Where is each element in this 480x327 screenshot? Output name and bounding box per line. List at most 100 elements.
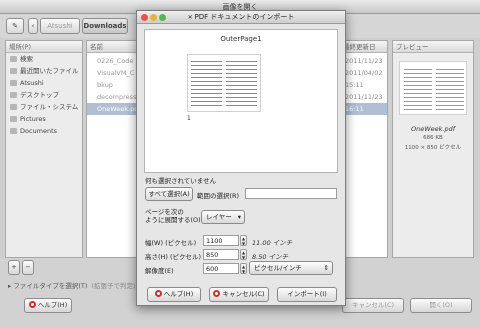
plus-icon: + — [11, 263, 17, 271]
column-header-name[interactable]: 名前 — [90, 43, 103, 51]
open-pages-as-value: レイヤー — [206, 213, 232, 221]
dialog-titlebar: ✕ PDF ドキュメントのインポート — [137, 11, 345, 24]
select-all-button[interactable]: すべて選択(A) — [145, 187, 193, 201]
file-name: decompress — [97, 93, 137, 101]
page-thumbnail-column-left — [191, 58, 222, 108]
pencil-icon: ✎ — [12, 22, 18, 30]
file-type-expander[interactable]: ▸ ファイルタイプを選択(T) (拡張子で判定) — [8, 280, 136, 290]
outer-cancel-label: キャンセル(C) — [351, 301, 395, 309]
thumbnail-column-right — [436, 66, 464, 112]
minus-icon: − — [25, 263, 31, 271]
thumbnail-column-left — [404, 66, 432, 112]
range-input[interactable] — [245, 188, 337, 199]
width-stepper[interactable]: ▲ ▼ — [240, 235, 247, 246]
height-input[interactable]: 850 — [203, 249, 239, 260]
path-button-parent-label: Atsushi — [47, 22, 73, 30]
path-button-current-label: Downloads — [83, 22, 127, 30]
outer-help-button[interactable]: ヘルプ(H) — [24, 298, 72, 313]
close-window-button[interactable] — [141, 14, 148, 21]
resolution-input[interactable]: 600 — [203, 263, 239, 274]
sidebar-item-search[interactable]: 検索 — [6, 53, 82, 65]
file-date: 16:11 — [345, 105, 364, 113]
open-pages-as-select[interactable]: レイヤー ▾ — [201, 210, 245, 224]
path-back-button[interactable]: ‹ — [28, 18, 38, 34]
column-header-modified[interactable]: 最終更新日 — [343, 41, 376, 53]
outer-help-label: ヘルプ(H) — [37, 301, 68, 309]
folder-icon — [10, 116, 17, 122]
places-sidebar: 場所(P) 検索 最近開いたファイル Atsushi デスクトップ ファイル・シ… — [5, 40, 83, 258]
preview-header: プレビュー — [393, 41, 473, 53]
height-inches: 8.50 インチ — [252, 253, 289, 261]
recent-icon — [10, 68, 17, 74]
path-button-current[interactable]: Downloads — [82, 18, 128, 34]
help-icon — [28, 301, 36, 308]
folder-icon — [10, 128, 17, 134]
sidebar-item-label: 最近開いたファイル — [20, 67, 79, 75]
outer-open-label: 開く(O) — [429, 301, 453, 309]
preview-dimensions: 1100 × 850 ピクセル — [404, 145, 462, 151]
file-name: 0226_Code — [97, 57, 134, 65]
file-type-value: (拡張子で判定) — [91, 282, 136, 290]
sidebar-item-desktop[interactable]: デスクトップ — [6, 89, 82, 101]
page-thumbnail-column-right — [226, 58, 257, 108]
remove-bookmark-button[interactable]: − — [22, 260, 34, 275]
outer-open-button[interactable]: 開く(O) — [410, 298, 472, 313]
preview-size: 686 KB — [423, 135, 443, 141]
add-bookmark-button[interactable]: + — [8, 260, 20, 275]
file-date: 2011/11/23 — [345, 57, 383, 65]
dialog-title: PDF ドキュメントのインポート — [194, 13, 295, 21]
sidebar-item-documents[interactable]: Documents — [6, 125, 82, 137]
file-name: bkup — [97, 81, 113, 89]
page-preview-area: OuterPage1 1 — [144, 29, 338, 173]
resolution-stepper[interactable]: ▲ ▼ — [240, 263, 247, 274]
range-label: 範囲の選択(R) — [197, 192, 240, 200]
help-icon — [154, 290, 162, 297]
outer-cancel-button[interactable]: キャンセル(C) — [342, 298, 404, 313]
import-label: インポート(I) — [287, 290, 327, 298]
gimp-app-icon: ✕ — [187, 14, 195, 21]
dialog-help-button[interactable]: ヘルプ(H) — [147, 287, 201, 302]
places-header: 場所(P) — [6, 41, 82, 53]
page-number: 1 — [187, 115, 191, 122]
height-label: 高さ(H) (ピクセル) — [145, 253, 202, 261]
chevron-left-icon: ‹ — [31, 22, 35, 30]
dialog-cancel-label: キャンセル(C) — [222, 290, 265, 298]
page-thumbnail[interactable] — [187, 54, 261, 112]
folder-icon — [10, 80, 17, 86]
sidebar-item-label: Pictures — [20, 115, 46, 123]
width-input[interactable]: 1100 — [203, 235, 239, 246]
drive-icon — [10, 104, 17, 110]
path-button-parent[interactable]: Atsushi — [40, 18, 80, 34]
file-date: 2011/11/23 — [345, 93, 383, 101]
folder-icon — [10, 92, 17, 98]
dropdown-arrow-icon: ▾ — [237, 213, 241, 221]
search-icon — [10, 56, 17, 62]
sidebar-item-label: デスクトップ — [20, 91, 59, 99]
height-stepper[interactable]: ▲ ▼ — [240, 249, 247, 260]
file-date: 15:11 — [345, 81, 364, 89]
cancel-icon — [213, 290, 221, 297]
preview-document-title: OuterPage1 — [220, 35, 262, 43]
sidebar-item-filesystem[interactable]: ファイル・システム — [6, 101, 82, 113]
sidebar-item-home[interactable]: Atsushi — [6, 77, 82, 89]
dialog-help-label: ヘルプ(H) — [163, 290, 194, 298]
select-all-label: すべて選択(A) — [148, 190, 190, 198]
maximize-window-button[interactable] — [159, 14, 166, 21]
sidebar-item-label: Atsushi — [20, 79, 44, 87]
width-label: 幅(W) (ピクセル) — [145, 239, 197, 247]
file-name: VisualVM_C — [97, 69, 135, 77]
sidebar-item-recent[interactable]: 最近開いたファイル — [6, 65, 82, 77]
sidebar-item-pictures[interactable]: Pictures — [6, 113, 82, 125]
resolution-unit-select[interactable]: ピクセル/インチ ⇕ — [249, 261, 333, 275]
selection-status: 何も選択されていません — [145, 177, 217, 185]
minimize-window-button[interactable] — [150, 14, 157, 21]
import-button[interactable]: インポート(I) — [277, 287, 337, 302]
file-type-label: ファイルタイプを選択(T) — [13, 282, 88, 290]
preview-filename: OneWeek.pdf — [410, 125, 456, 133]
sidebar-item-label: Documents — [20, 127, 58, 135]
dialog-cancel-button[interactable]: キャンセル(C) — [209, 287, 269, 302]
edit-path-button[interactable]: ✎ — [6, 18, 24, 34]
width-inches: 11.00 インチ — [252, 239, 293, 247]
file-name: OneWeek.pdf — [97, 105, 141, 113]
sidebar-item-label: ファイル・システム — [20, 103, 79, 111]
